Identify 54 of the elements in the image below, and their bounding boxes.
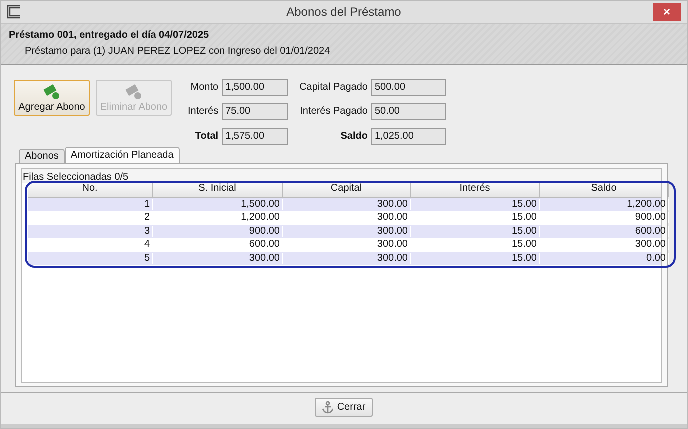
table-cell: 3 (28, 226, 153, 237)
field-label: Total (194, 130, 219, 142)
field-label: Interés Pagado (300, 106, 368, 118)
field-label: Saldo (340, 130, 368, 142)
table-cell: 300.00 (283, 198, 411, 210)
value-field[interactable]: 50.00 (370, 103, 446, 120)
table-cell: 15.00 (411, 212, 540, 224)
column-header[interactable]: No. (28, 183, 153, 196)
table-cell: 600.00 (540, 226, 669, 237)
app-icon (7, 5, 21, 19)
table-cell: 15.00 (411, 252, 540, 264)
table-cell: 300.00 (540, 239, 669, 250)
table-cell: 0.00 (540, 252, 669, 264)
value-field[interactable]: 1,575.00 (222, 128, 288, 145)
table-cell: 1,500.00 (153, 198, 283, 210)
column-header[interactable]: Interés (411, 183, 540, 196)
money-icon (125, 84, 143, 100)
anchor-icon (322, 401, 334, 414)
value-field[interactable]: 1,025.00 (370, 128, 446, 145)
table-cell: 300.00 (283, 212, 411, 224)
table-cell: 1 (28, 198, 153, 210)
table-cell: 900.00 (153, 226, 283, 237)
tab[interactable]: Abonos (19, 149, 65, 163)
field-label: Capital Pagado (300, 82, 368, 94)
table-cell: 300.00 (283, 239, 411, 250)
table-cell: 300.00 (283, 252, 411, 264)
table-cell: 15.00 (411, 198, 540, 210)
table-cell: 15.00 (411, 239, 540, 250)
close-button[interactable]: × (653, 3, 681, 21)
field-label: Interés (188, 106, 219, 118)
tab[interactable]: Amortización Planeada (64, 147, 180, 163)
column-header[interactable]: S. Inicial (153, 183, 283, 196)
value-field[interactable]: 75.00 (222, 103, 288, 120)
table-cell: 2 (28, 212, 153, 224)
loan-subtitle: Préstamo para (1) JUAN PEREZ LOPEZ con Ingreso del 01/01/2024 (24, 46, 332, 57)
table-cell: 1,200.00 (540, 198, 669, 210)
add-payment-button[interactable]: Agregar Abono (14, 80, 90, 116)
table-cell: 600.00 (153, 239, 283, 250)
loan-title: Préstamo 001, entregado el día 04/07/2025 (9, 30, 210, 41)
table-cell: 15.00 (411, 226, 540, 237)
table-cell: 300.00 (283, 226, 411, 237)
column-header[interactable]: Capital (283, 183, 411, 196)
column-header[interactable]: Saldo (540, 183, 669, 196)
table-cell: 1,200.00 (153, 212, 283, 224)
window-title: Abonos del Préstamo (286, 5, 402, 19)
value-field[interactable]: 1,500.00 (222, 79, 288, 96)
table-cell: 5 (28, 252, 153, 264)
money-icon (43, 84, 61, 100)
close-dialog-button[interactable]: Cerrar (315, 398, 373, 417)
field-label: Monto (190, 82, 219, 94)
table-cell: 300.00 (153, 252, 283, 264)
value-field[interactable]: 500.00 (370, 79, 446, 96)
table-cell: 4 (28, 239, 153, 250)
table-cell: 900.00 (540, 212, 669, 224)
